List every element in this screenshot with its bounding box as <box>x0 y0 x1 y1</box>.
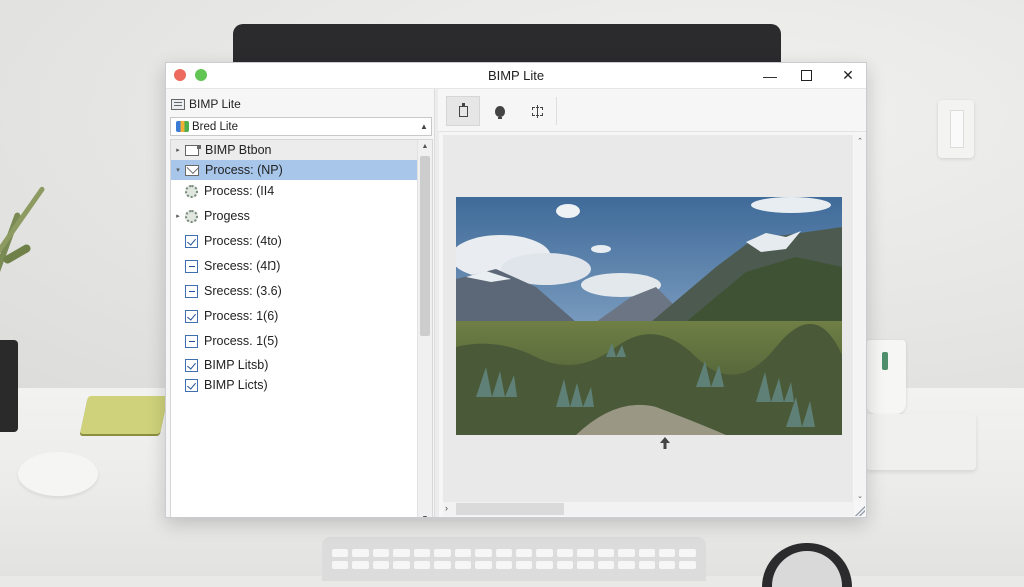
title-bar[interactable]: BIMP Lite — ✕ <box>166 63 866 89</box>
minus-box-icon[interactable] <box>185 334 198 348</box>
scroll-up-icon[interactable]: ⌃ <box>854 137 866 145</box>
expand-icon[interactable]: ▸ <box>171 212 185 220</box>
tree-item-label: Process: (NP) <box>205 163 283 177</box>
tree-item[interactable]: Process. 1(5) <box>171 331 419 351</box>
tree-item-label: Srecess: (3.6) <box>204 284 282 298</box>
project-combo[interactable]: Bred Lite ▲ <box>170 117 432 136</box>
tree-item-label: BIMP Btbon <box>205 143 272 157</box>
tree-item-label: Process: (II4 <box>204 184 275 198</box>
pane-splitter[interactable] <box>434 89 439 517</box>
tree-item[interactable]: Process: (4to) <box>171 231 419 251</box>
expand-icon[interactable]: ▸ <box>171 146 185 154</box>
tree-item[interactable]: ▸ Progess <box>171 206 419 226</box>
tree-item[interactable]: Process: (II4 <box>171 181 419 201</box>
left-pane: BIMP Lite Bred Lite ▲ ▸ BIMP Btbon ▾ Pro… <box>166 89 434 517</box>
tree-item-label: BIMP Licts) <box>204 378 268 392</box>
minimize-button[interactable]: — <box>750 63 790 88</box>
tree-item-label: Process: (4to) <box>204 234 282 248</box>
collapse-icon[interactable]: ▾ <box>171 166 185 174</box>
pane-header-label: BIMP Lite <box>189 97 241 111</box>
checkbox-icon[interactable] <box>185 234 198 248</box>
app-list-icon <box>171 98 185 110</box>
tree-item-label: Srecess: (4Ŋ) <box>204 259 281 273</box>
checkbox-icon[interactable] <box>185 358 198 372</box>
canvas-horizontal-scrollbar[interactable]: › <box>443 502 854 516</box>
scroll-left-icon[interactable]: › <box>445 503 448 513</box>
gear-icon <box>185 209 198 223</box>
scroll-up-icon[interactable]: ▲ <box>418 140 432 154</box>
checkbox-icon[interactable] <box>185 309 198 323</box>
page-tool-button[interactable] <box>446 96 480 126</box>
maximize-icon <box>800 70 812 81</box>
page-icon <box>458 102 468 117</box>
close-button[interactable]: ✕ <box>828 63 866 88</box>
document-icon <box>185 144 201 156</box>
envelope-icon <box>185 164 199 176</box>
tree-item[interactable]: ▾ Process: (NP) <box>171 160 419 180</box>
project-icon <box>176 121 189 132</box>
app-window: BIMP Lite — ✕ BIMP Lite Bred Lite ▲ ▸ BI… <box>165 62 867 518</box>
tree-item[interactable]: BIMP Licts) <box>171 375 419 395</box>
maximize-button[interactable] <box>786 63 826 88</box>
tree-item-label: Process. 1(5) <box>204 334 279 348</box>
drop-tool-button[interactable] <box>483 96 517 126</box>
scroll-down-icon[interactable]: ▼ <box>418 512 432 517</box>
tree-item[interactable]: Process: 1(6) <box>171 306 419 326</box>
pane-header: BIMP Lite <box>171 96 241 112</box>
minus-box-icon[interactable] <box>185 284 198 298</box>
scroll-thumb[interactable] <box>420 156 430 336</box>
tree-item-label: BIMP Litsb) <box>204 358 269 372</box>
canvas-vertical-scrollbar[interactable]: ⌃ ⌄ <box>854 135 866 502</box>
arrow-up-icon[interactable] <box>660 437 670 449</box>
scroll-down-icon[interactable]: ⌄ <box>854 492 866 500</box>
crop-tool-button[interactable] <box>520 96 554 126</box>
tree-scrollbar[interactable]: ▲ ▼ <box>417 140 432 517</box>
tree-item[interactable]: ▸ BIMP Btbon <box>171 140 419 160</box>
close-icon: ✕ <box>842 67 854 83</box>
desk-puck <box>18 452 98 496</box>
chevron-up-icon[interactable]: ▲ <box>417 122 431 131</box>
mountain-landscape-image <box>456 197 842 435</box>
minimize-icon: — <box>763 67 777 84</box>
preview-toolbar <box>438 89 866 132</box>
resize-grip-icon[interactable] <box>855 506 865 516</box>
keyboard <box>322 537 706 581</box>
toolbar-divider <box>556 97 557 125</box>
sticky-notepad <box>79 396 169 434</box>
wall-switch <box>938 100 974 158</box>
minus-box-icon[interactable] <box>185 259 198 273</box>
scroll-thumb[interactable] <box>456 503 564 515</box>
plant-pot <box>0 340 18 432</box>
tree-item[interactable]: Srecess: (3.6) <box>171 281 419 301</box>
project-combo-value: Bred Lite <box>192 120 239 133</box>
cup <box>866 340 906 414</box>
tree-item-label: Process: 1(6) <box>204 309 279 323</box>
tree-item[interactable]: Srecess: (4Ŋ) <box>171 256 419 276</box>
gear-icon <box>185 184 198 198</box>
checkbox-icon[interactable] <box>185 378 198 392</box>
laptop <box>866 414 976 470</box>
preview-image <box>456 197 842 435</box>
tree-item[interactable]: BIMP Litsb) <box>171 355 419 375</box>
process-tree: ▸ BIMP Btbon ▾ Process: (NP) Process: (I… <box>170 139 433 517</box>
crop-icon <box>531 104 543 118</box>
drop-icon <box>495 105 505 119</box>
tree-item-label: Progess <box>204 209 250 223</box>
